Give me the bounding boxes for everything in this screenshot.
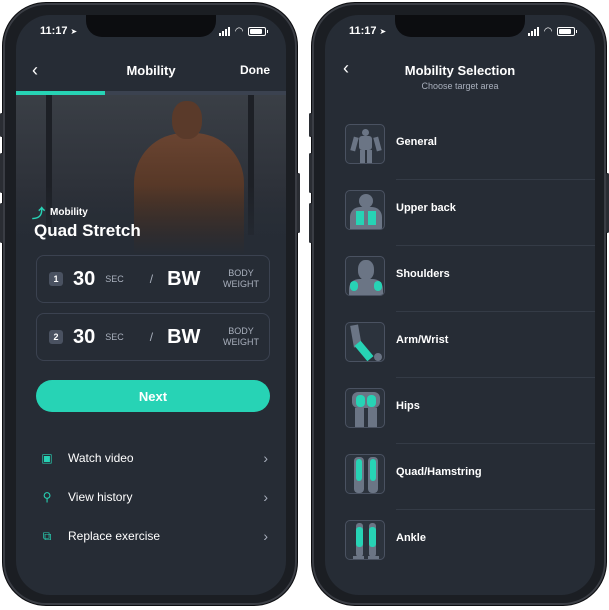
set-duration[interactable]: 30 bbox=[73, 326, 95, 349]
separator: / bbox=[149, 272, 154, 286]
set-duration[interactable]: 30 bbox=[73, 268, 95, 291]
phone-button bbox=[297, 173, 300, 233]
location-icon: ➤ bbox=[379, 26, 387, 36]
full-body-icon bbox=[345, 124, 385, 164]
page-title: Mobility bbox=[126, 62, 176, 78]
signal-icon bbox=[528, 26, 540, 36]
phone-button bbox=[309, 203, 312, 243]
page-subtitle: Choose target area bbox=[421, 81, 499, 91]
category-label: Mobility bbox=[50, 207, 88, 218]
set-load[interactable]: BW bbox=[167, 268, 200, 291]
set-unit: SEC bbox=[105, 332, 124, 342]
area-shoulders[interactable]: Shoulders bbox=[325, 246, 595, 312]
menu-label: View history bbox=[68, 490, 133, 504]
load-label: BODY WEIGHT bbox=[223, 326, 259, 347]
phone-button bbox=[309, 113, 312, 137]
area-upper-back[interactable]: Upper back bbox=[325, 180, 595, 246]
phone-right: 11:17 ➤ ◠ ‹ Mobility Selection Choose tar… bbox=[309, 2, 609, 606]
arm-wrist-icon bbox=[345, 322, 385, 362]
area-general[interactable]: General bbox=[325, 114, 595, 180]
area-label: Shoulders bbox=[396, 268, 450, 280]
next-button[interactable]: Next bbox=[36, 380, 270, 412]
watch-video-item[interactable]: ▣ Watch video › bbox=[40, 447, 268, 469]
set-row[interactable]: 1 30 SEC / BW BODY WEIGHT bbox=[36, 255, 270, 303]
set-unit: SEC bbox=[105, 274, 124, 284]
exercise-title: Quad Stretch bbox=[34, 221, 141, 240]
separator: / bbox=[149, 330, 154, 344]
phone-left: 11:17 ➤ ◠ ‹ Mobility Done ⤴ Mobility Quad… bbox=[0, 2, 300, 606]
replace-exercise-item[interactable]: ⧉ Replace exercise › bbox=[40, 525, 268, 547]
quad-hamstring-icon bbox=[345, 454, 385, 494]
video-icon: ▣ bbox=[41, 451, 53, 465]
area-ankle[interactable]: Ankle bbox=[325, 510, 595, 576]
hips-icon bbox=[345, 388, 385, 428]
status-time: 11:17 bbox=[40, 25, 68, 37]
area-quad-hamstring[interactable]: Quad/Hamstring bbox=[325, 444, 595, 510]
upper-back-icon bbox=[345, 190, 385, 230]
menu-label: Replace exercise bbox=[68, 529, 161, 543]
signal-icon bbox=[219, 26, 231, 36]
wifi-icon: ◠ bbox=[544, 25, 552, 37]
battery-icon bbox=[557, 26, 577, 36]
battery-icon bbox=[248, 26, 268, 36]
phone-button bbox=[0, 113, 3, 137]
category-tag: ⤴ Mobility bbox=[32, 203, 88, 222]
area-label: General bbox=[396, 136, 437, 148]
phone-button bbox=[0, 153, 3, 193]
chevron-right-icon: › bbox=[263, 450, 268, 466]
exercise-screen: 11:17 ➤ ◠ ‹ Mobility Done ⤴ Mobility Quad… bbox=[16, 15, 286, 595]
area-label: Hips bbox=[396, 400, 420, 412]
area-hips[interactable]: Hips bbox=[325, 378, 595, 444]
set-number: 1 bbox=[49, 272, 63, 286]
page-title: Mobility Selection bbox=[404, 63, 516, 78]
status-time: 11:17 bbox=[349, 25, 377, 37]
set-load[interactable]: BW bbox=[167, 326, 200, 349]
history-icon: ⚲ bbox=[42, 490, 52, 504]
done-button[interactable]: Done bbox=[240, 63, 270, 77]
phone-button bbox=[309, 153, 312, 193]
ankle-icon bbox=[345, 520, 385, 560]
phone-button bbox=[0, 203, 3, 243]
area-label: Quad/Hamstring bbox=[396, 466, 482, 478]
mobility-icon: ⤴ bbox=[32, 206, 46, 221]
area-label: Ankle bbox=[396, 532, 426, 544]
area-arm-wrist[interactable]: Arm/Wrist bbox=[325, 312, 595, 378]
shoulders-icon bbox=[345, 256, 385, 296]
nav-bar: ‹ Mobility Selection Choose target area bbox=[325, 59, 595, 99]
set-number: 2 bbox=[49, 330, 63, 344]
location-icon: ➤ bbox=[70, 26, 78, 36]
load-label: BODY WEIGHT bbox=[223, 268, 259, 289]
chevron-right-icon: › bbox=[263, 489, 268, 505]
chevron-right-icon: › bbox=[263, 528, 268, 544]
back-icon[interactable]: ‹ bbox=[32, 61, 38, 79]
area-label: Arm/Wrist bbox=[396, 334, 449, 346]
menu-label: Watch video bbox=[68, 451, 134, 465]
mobility-selection-screen: 11:17 ➤ ◠ ‹ Mobility Selection Choose tar… bbox=[325, 15, 595, 595]
view-history-item[interactable]: ⚲ View history › bbox=[40, 486, 268, 508]
wifi-icon: ◠ bbox=[235, 25, 243, 37]
replace-icon: ⧉ bbox=[42, 528, 52, 543]
nav-bar: ‹ Mobility Done bbox=[16, 59, 286, 81]
status-bar: 11:17 ➤ ◠ bbox=[349, 23, 577, 39]
set-row[interactable]: 2 30 SEC / BW BODY WEIGHT bbox=[36, 313, 270, 361]
area-label: Upper back bbox=[396, 202, 456, 214]
status-bar: 11:17 ➤ ◠ bbox=[40, 23, 268, 39]
